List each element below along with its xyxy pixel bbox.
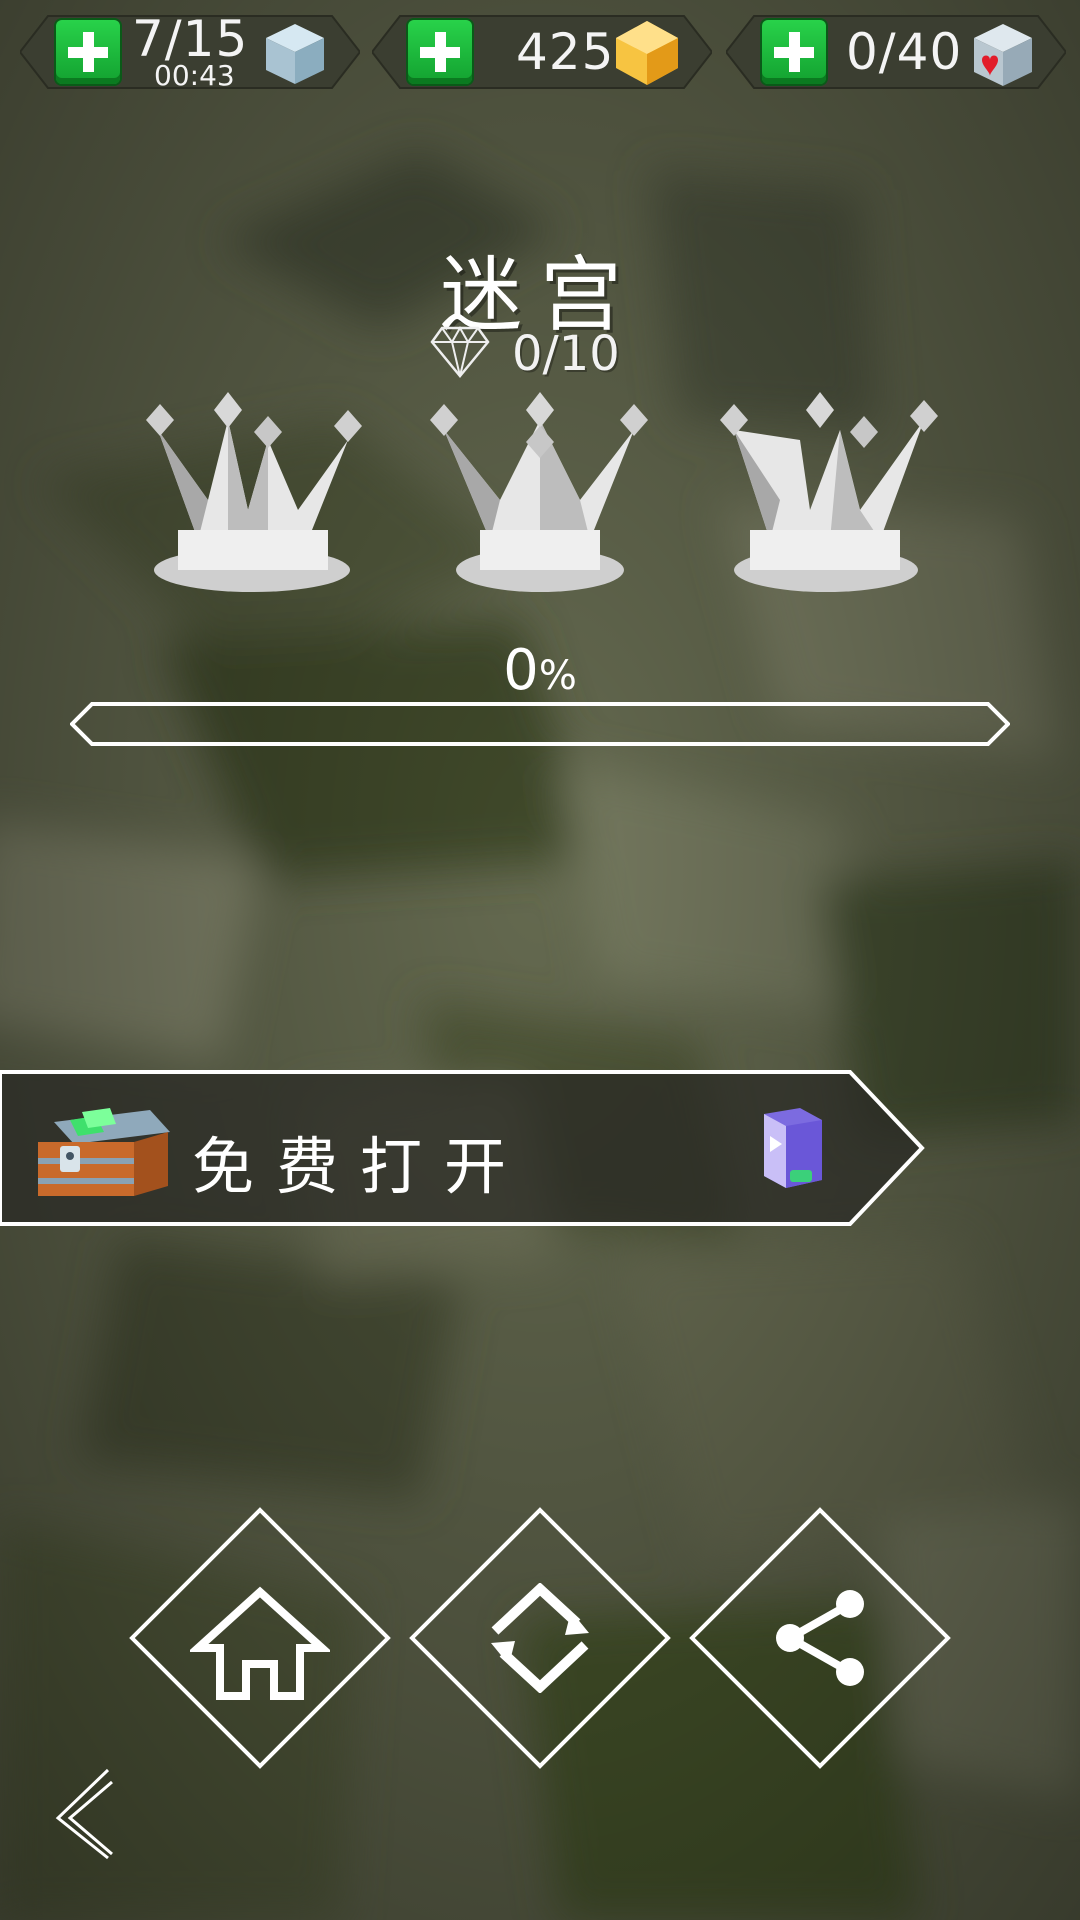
diamond-icon — [430, 325, 490, 378]
restart-button[interactable] — [408, 1506, 672, 1770]
heart-cube-icon — [974, 24, 1032, 86]
share-button[interactable] — [688, 1506, 952, 1770]
crown-icon-3 — [720, 392, 938, 592]
gem-count: 0/10 — [512, 326, 620, 382]
free-open-chest-button[interactable]: 免费打开 — [0, 1068, 930, 1228]
share-icon — [776, 1590, 864, 1686]
restart-icon — [491, 1583, 589, 1693]
coin-value: 425 — [516, 23, 615, 81]
crown-icon-2 — [430, 392, 648, 592]
heart-counter: 0/40 — [726, 12, 1066, 92]
video-ad-icon — [764, 1108, 822, 1188]
ice-cube-icon — [266, 24, 324, 84]
free-open-label: 免费打开 — [192, 1130, 529, 1203]
treasure-chest-icon — [38, 1108, 170, 1196]
home-icon — [190, 1586, 330, 1700]
progress-bar — [70, 702, 1010, 746]
add-energy-button[interactable] — [56, 20, 120, 84]
add-hearts-button[interactable] — [762, 20, 826, 84]
energy-value: 7/15 — [132, 10, 249, 68]
back-arrow-icon[interactable] — [50, 1766, 120, 1862]
gold-gem-icon — [616, 21, 678, 85]
progress-value: 0 — [503, 638, 539, 703]
energy-counter: 7/15 00:43 — [20, 12, 360, 92]
energy-timer: 00:43 — [154, 59, 235, 92]
coin-counter: 425 — [372, 12, 712, 92]
progress-unit: % — [538, 653, 577, 699]
heart-value: 0/40 — [846, 23, 963, 81]
crown-icon-1 — [146, 392, 362, 592]
progress-label: 0% — [0, 638, 1080, 703]
add-coins-button[interactable] — [408, 20, 472, 84]
home-button[interactable] — [128, 1506, 392, 1770]
